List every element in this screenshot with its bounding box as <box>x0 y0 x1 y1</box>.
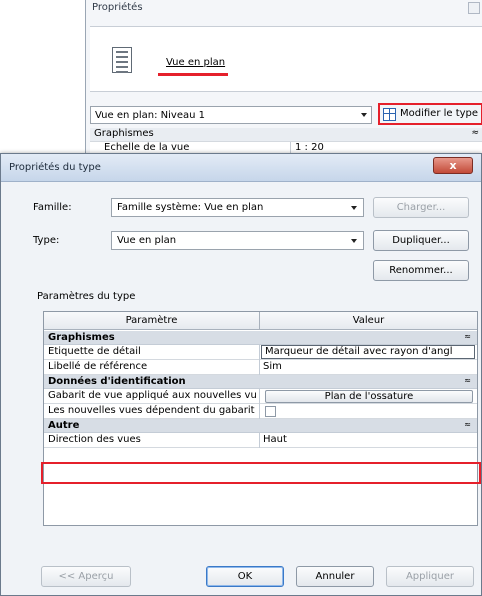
table-row: Les nouvelles vues dépendent du gabarit <box>44 404 477 419</box>
palette-type-name: Vue en plan <box>166 57 226 68</box>
palette-scale-label: Echelle de la vue <box>104 142 190 153</box>
rename-button[interactable]: Renommer... <box>373 260 469 281</box>
highlight-underline <box>158 73 228 76</box>
instance-filter-value: Vue en plan: Niveau 1 <box>95 110 205 121</box>
group-other[interactable]: Autre ≈ <box>44 419 477 433</box>
param-value[interactable]: Sim <box>263 361 475 372</box>
dialog-titlebar: Propriétés du type x <box>1 154 481 182</box>
group-graphics[interactable]: Graphismes ≈ <box>44 331 477 345</box>
view-template-button[interactable]: Plan de l'ossature <box>265 390 473 403</box>
param-value[interactable]: Haut <box>263 434 475 445</box>
apply-button[interactable]: Appliquer <box>386 566 474 587</box>
param-name: Etiquette de détail <box>48 346 141 357</box>
type-parameters-label: Paramètres du type <box>37 291 136 302</box>
dialog-title: Propriétés du type <box>9 162 101 173</box>
type-properties-dialog: Propriétés du type x Famille: Famille sy… <box>0 153 482 596</box>
edit-type-button[interactable]: Modifier le type <box>378 103 482 125</box>
type-value: Vue en plan <box>117 235 177 246</box>
column-divider <box>259 404 260 419</box>
group-identity-data[interactable]: Données d'identification ≈ <box>44 375 477 389</box>
edit-type-label: Modifier le type <box>400 108 479 119</box>
instance-filter-dropdown[interactable]: Vue en plan: Niveau 1 <box>90 106 372 124</box>
highlight-box <box>41 462 481 484</box>
edit-type-icon <box>383 108 396 121</box>
collapse-icon: ≈ <box>464 420 471 429</box>
param-value-input[interactable]: Marqueur de détail avec rayon d'angl <box>261 345 475 359</box>
column-header-value[interactable]: Valeur <box>260 315 477 326</box>
column-divider <box>259 345 260 360</box>
family-label: Famille: <box>33 202 72 213</box>
type-selector-preview[interactable]: Vue en plan <box>90 26 482 92</box>
palette-group-label: Graphismes <box>94 128 154 139</box>
collapse-icon: ≈ <box>464 376 471 385</box>
group-label: Graphismes <box>48 332 115 343</box>
properties-palette: Propriétés Vue en plan Vue en plan: Nive… <box>85 0 482 160</box>
palette-group-graphics[interactable]: Graphismes ≈ <box>90 128 482 141</box>
close-button[interactable]: x <box>433 157 473 174</box>
column-header-parameter[interactable]: Paramètre <box>44 315 259 326</box>
table-row: Gabarit de vue appliqué aux nouvelles vu… <box>44 389 477 404</box>
table-row: Direction des vues Haut <box>44 433 477 448</box>
cancel-button[interactable]: Annuler <box>296 566 374 587</box>
family-dropdown[interactable]: Famille système: Vue en plan <box>111 198 364 217</box>
group-label: Autre <box>48 420 80 431</box>
family-value: Famille système: Vue en plan <box>117 202 264 213</box>
collapse-icon: ≈ <box>471 128 479 138</box>
load-button[interactable]: Charger... <box>373 197 469 218</box>
type-label: Type: <box>33 235 60 246</box>
collapse-icon: ≈ <box>464 332 471 341</box>
param-name: Gabarit de vue appliqué aux nouvelles vu… <box>48 390 256 401</box>
type-parameters-grid: Paramètre Valeur Graphismes ≈ Etiquette … <box>43 311 478 526</box>
chevron-down-icon <box>351 239 357 243</box>
param-name: Libellé de référence <box>48 361 148 372</box>
dependent-on-template-checkbox[interactable] <box>265 406 276 417</box>
ok-button[interactable]: OK <box>206 566 284 587</box>
table-row: Libellé de référence Sim <box>44 360 477 375</box>
chevron-down-icon <box>361 113 367 117</box>
group-label: Données d'identification <box>48 376 186 387</box>
view-plan-icon <box>112 47 132 73</box>
table-row: Etiquette de détail Marqueur de détail a… <box>44 345 477 360</box>
palette-title: Propriétés <box>92 2 143 13</box>
duplicate-button[interactable]: Dupliquer... <box>373 230 469 251</box>
type-dropdown[interactable]: Vue en plan <box>111 231 364 250</box>
column-divider <box>259 389 260 404</box>
chevron-down-icon <box>351 206 357 210</box>
column-divider <box>259 360 260 375</box>
column-divider <box>259 433 260 448</box>
param-name: Direction des vues <box>48 434 141 445</box>
preview-button[interactable]: << Aperçu <box>41 566 131 587</box>
grid-header: Paramètre Valeur <box>44 312 477 330</box>
palette-close-icon[interactable] <box>468 2 480 14</box>
param-name: Les nouvelles vues dépendent du gabarit <box>48 405 255 416</box>
